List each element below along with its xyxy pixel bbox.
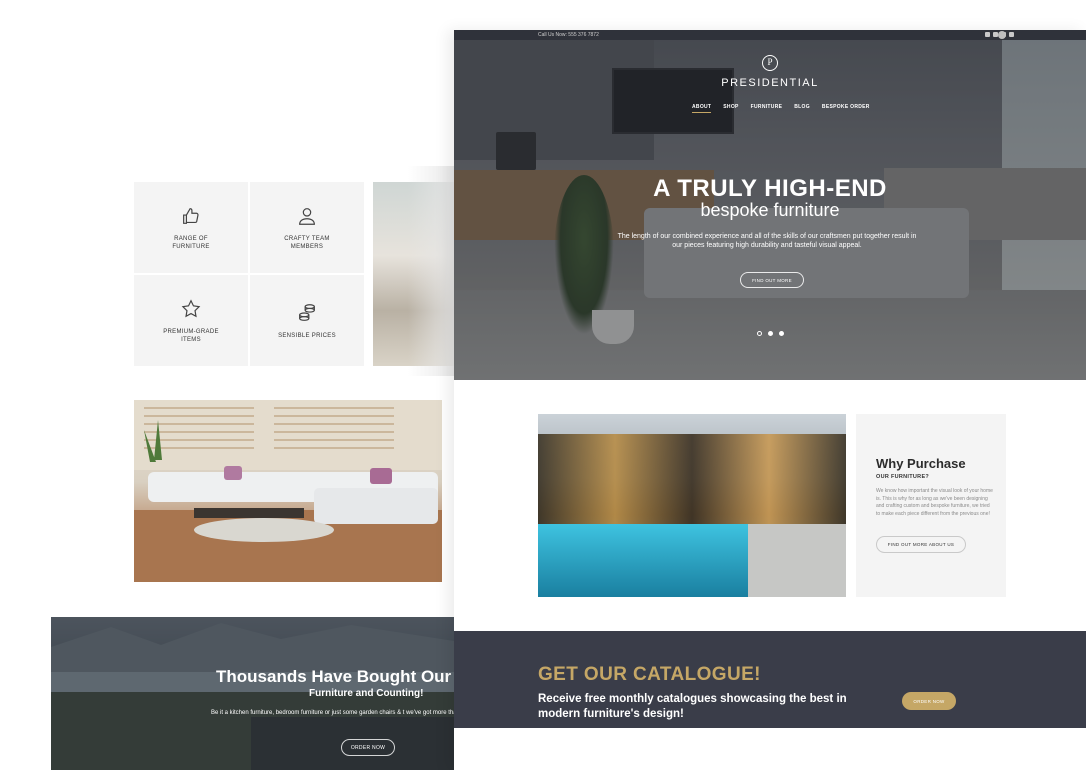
- hero-subtitle: bespoke furniture: [700, 200, 840, 220]
- promo-text: Be it a kitchen furniture, bedroom furni…: [211, 710, 454, 716]
- find-out-more-about-us-button[interactable]: FIND OUT MORE ABOUT US: [876, 536, 966, 553]
- hero-text: The length of our combined experience an…: [617, 233, 917, 249]
- logo-mark: P: [762, 55, 778, 71]
- slider-dot-2[interactable]: [768, 331, 773, 336]
- order-now-button-back[interactable]: ORDER NOW: [341, 739, 395, 756]
- feature-range-of-furniture[interactable]: RANGE OF FURNITURE: [134, 182, 248, 273]
- pool-bg-house: [538, 434, 846, 524]
- nav-item-about[interactable]: ABOUT: [692, 104, 712, 113]
- hero-slider: P PRESIDENTIAL ABOUT SHOP FURNITURE BLOG…: [454, 40, 1086, 380]
- slider-dot-3[interactable]: [779, 331, 784, 336]
- catalogue-text: Receive free monthly catalogues showcasi…: [538, 693, 847, 720]
- homepage-preview: Call Us Now: 555 376 7872 P PRESIDENTIAL…: [454, 30, 1086, 770]
- feature-label: SENSIBLE PRICES: [278, 332, 336, 339]
- living-room-photo: [134, 400, 442, 582]
- page-edge-shadow: [408, 166, 454, 376]
- why-text: We know how important the visual look of…: [876, 488, 993, 517]
- pool-bg-water: [538, 524, 748, 597]
- feature-label: CRAFTY TEAM MEMBERS: [284, 235, 330, 250]
- logo-text: PRESIDENTIAL: [721, 77, 819, 89]
- main-nav: ABOUT SHOP FURNITURE BLOG BESPOKE ORDER: [692, 104, 870, 113]
- features-grid: RANGE OF FURNITURE CRAFTY TEAM MEMBERS P…: [134, 182, 364, 366]
- star-icon: [181, 298, 201, 317]
- promo-title: Thousands Have Bought Our H: [216, 667, 454, 686]
- youtube-icon[interactable]: [1009, 32, 1014, 37]
- catalogue-banner: GET OUR CATALOGUE! Receive free monthly …: [454, 631, 1086, 728]
- nav-item-bespoke-order[interactable]: BESPOKE ORDER: [822, 104, 870, 113]
- why-subtitle: OUR FURNITURE?: [876, 474, 930, 480]
- pool-house-photo: [538, 414, 846, 597]
- slider-dot-1[interactable]: [757, 331, 762, 336]
- nav-item-shop[interactable]: SHOP: [723, 104, 738, 113]
- feature-crafty-team[interactable]: CRAFTY TEAM MEMBERS: [250, 182, 364, 273]
- living-room-illustration: [134, 400, 442, 582]
- top-bar: Call Us Now: 555 376 7872: [454, 30, 1086, 40]
- promo-subtitle: Furniture and Counting!: [309, 688, 424, 699]
- hero-title: A TRULY HIGH-END: [653, 175, 887, 202]
- facebook-icon[interactable]: [985, 32, 990, 37]
- feature-sensible-prices[interactable]: SENSIBLE PRICES: [250, 275, 364, 366]
- catalogue-title: GET OUR CATALOGUE!: [538, 664, 761, 685]
- why-purchase-card: Why Purchase OUR FURNITURE? We know how …: [856, 414, 1006, 597]
- site-logo[interactable]: P PRESIDENTIAL: [454, 55, 1086, 89]
- nav-item-blog[interactable]: BLOG: [794, 104, 810, 113]
- coins-icon: [299, 303, 315, 321]
- phone-number: Call Us Now: 555 376 7872: [538, 32, 599, 38]
- thumbs-up-icon: [183, 207, 199, 224]
- feature-label: RANGE OF FURNITURE: [172, 235, 210, 250]
- order-now-button[interactable]: ORDER NOW: [902, 692, 956, 710]
- find-out-more-button[interactable]: FIND OUT MORE: [740, 272, 804, 288]
- nav-item-furniture[interactable]: FURNITURE: [751, 104, 783, 113]
- promo-banner-back: Thousands Have Bought Our H Furniture an…: [51, 617, 454, 770]
- person-icon: [299, 207, 315, 225]
- feature-premium-grade[interactable]: PREMIUM-GRADE ITEMS: [134, 275, 248, 366]
- why-title: Why Purchase: [876, 456, 966, 471]
- slider-dots: [757, 331, 784, 336]
- feature-label: PREMIUM-GRADE ITEMS: [163, 328, 219, 343]
- search-icon[interactable]: [998, 31, 1006, 39]
